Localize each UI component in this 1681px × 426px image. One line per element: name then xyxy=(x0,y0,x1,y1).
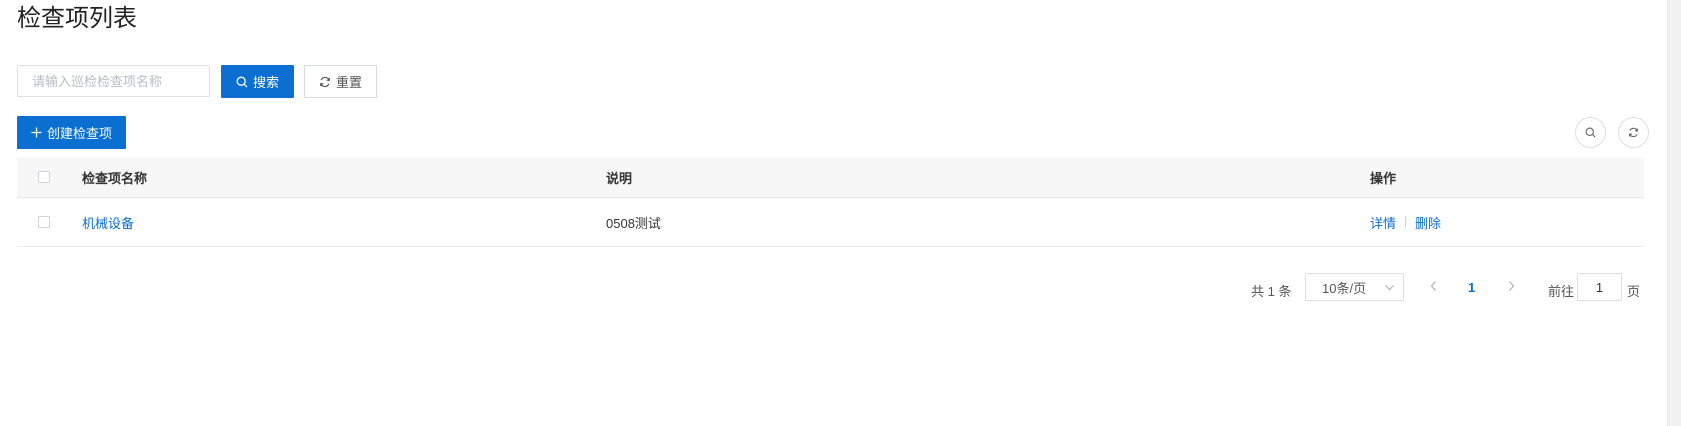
row-actions: 详情 删除 xyxy=(1370,198,1441,246)
row-description: 0508测试 xyxy=(606,215,661,231)
reset-button-label: 重置 xyxy=(335,75,362,90)
create-item-button-label: 创建检查项 xyxy=(46,126,112,141)
action-divider xyxy=(1405,216,1407,228)
inspection-items-table: 检查项名称 说明 操作 机械设备 0508测试 详情 删除 xyxy=(17,157,1644,247)
search-input[interactable] xyxy=(17,65,210,97)
page-size-value: 10条/页 xyxy=(1322,280,1367,296)
column-header-actions: 操作 xyxy=(1370,170,1397,186)
goto-page-input[interactable] xyxy=(1577,273,1622,301)
chevron-left-icon xyxy=(1430,281,1436,291)
refresh-icon xyxy=(320,76,330,87)
vertical-scrollbar[interactable] xyxy=(1667,0,1681,426)
chevron-down-icon xyxy=(1385,285,1394,291)
goto-label: 前往 xyxy=(1548,284,1575,299)
chevron-right-icon xyxy=(1509,281,1515,291)
create-item-button[interactable]: 创建检查项 xyxy=(17,116,126,149)
goto-unit: 页 xyxy=(1627,284,1641,299)
table-row: 机械设备 0508测试 详情 删除 xyxy=(17,198,1644,247)
reset-button[interactable]: 重置 xyxy=(304,65,377,98)
page-title: 检查项列表 xyxy=(17,5,137,32)
table-refresh-button[interactable] xyxy=(1618,117,1649,148)
column-header-description: 说明 xyxy=(606,170,633,186)
next-page-button[interactable] xyxy=(1506,279,1517,298)
column-header-name: 检查项名称 xyxy=(82,170,148,186)
page-number-current[interactable]: 1 xyxy=(1468,280,1475,295)
pagination-total: 共 1 条 xyxy=(1251,284,1292,299)
row-checkbox[interactable] xyxy=(38,216,50,228)
table-search-button[interactable] xyxy=(1575,117,1606,148)
page-size-select[interactable]: 10条/页 xyxy=(1305,273,1404,301)
plus-icon xyxy=(31,127,42,138)
row-checkbox-cell xyxy=(38,198,50,246)
page: 检查项列表 搜索 重置 创建检查项 xyxy=(0,0,1681,426)
item-name-link[interactable]: 机械设备 xyxy=(82,213,134,232)
header-checkbox-cell xyxy=(38,157,50,197)
select-all-checkbox[interactable] xyxy=(38,171,50,183)
search-icon xyxy=(1585,127,1596,138)
delete-link[interactable]: 删除 xyxy=(1415,213,1441,232)
table-header: 检查项名称 说明 操作 xyxy=(17,157,1644,198)
search-button-label: 搜索 xyxy=(252,75,279,90)
search-icon xyxy=(236,76,248,87)
detail-link[interactable]: 详情 xyxy=(1370,213,1396,232)
search-button[interactable]: 搜索 xyxy=(221,65,294,98)
refresh-icon xyxy=(1629,127,1638,138)
prev-page-button[interactable] xyxy=(1428,279,1439,298)
row-name-cell: 机械设备 xyxy=(82,198,134,246)
